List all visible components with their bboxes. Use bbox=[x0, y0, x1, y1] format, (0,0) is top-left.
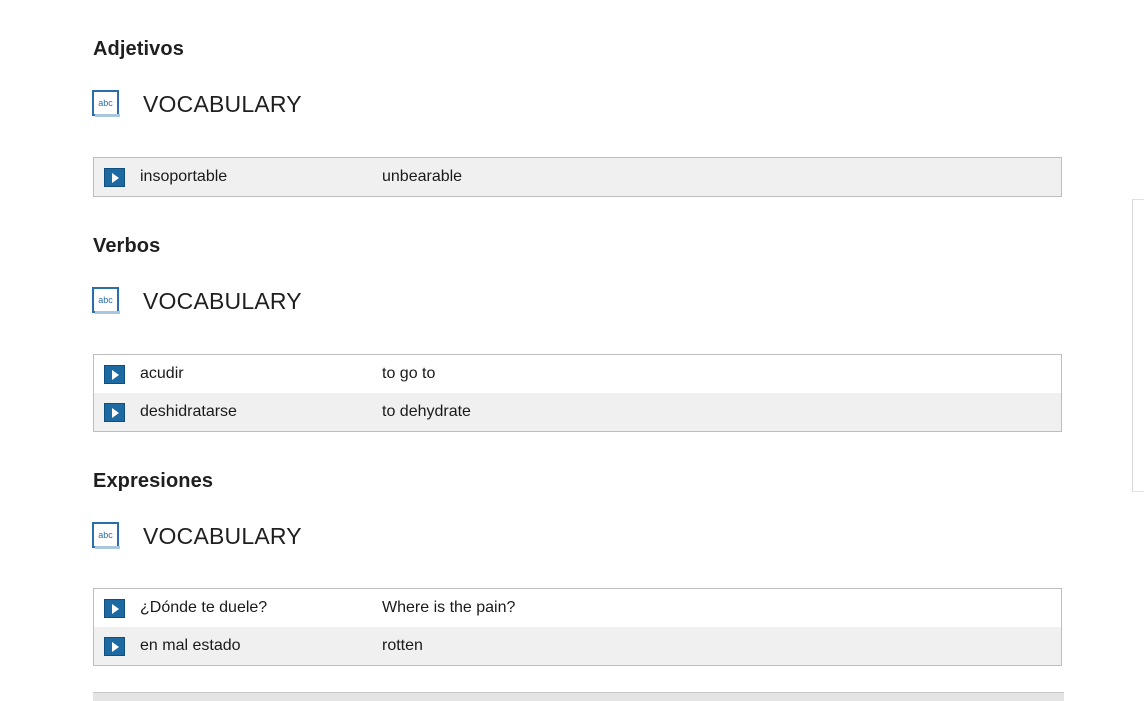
vocab-term: en mal estado bbox=[140, 637, 241, 654]
play-audio-button[interactable] bbox=[104, 167, 125, 187]
vocabulary-title: VOCABULARY bbox=[143, 522, 302, 549]
vocab-translation: to go to bbox=[382, 365, 436, 382]
vocabulary-row: insoportable unbearable bbox=[94, 158, 1061, 196]
vocab-translation: to dehydrate bbox=[382, 403, 471, 420]
vocab-translation: Where is the pain? bbox=[382, 599, 516, 616]
vocabulary-row: deshidratarse to dehydrate bbox=[94, 393, 1061, 431]
vocabulary-header: abc VOCABULARY bbox=[92, 286, 302, 316]
section-heading-adjetivos: Adjetivos bbox=[93, 38, 184, 60]
vocabulary-header: abc VOCABULARY bbox=[92, 89, 302, 119]
play-audio-button[interactable] bbox=[104, 636, 125, 656]
vocab-term: ¿Dónde te duele? bbox=[140, 599, 268, 616]
abc-book-icon: abc bbox=[92, 287, 121, 315]
vocabulary-title: VOCABULARY bbox=[143, 90, 302, 117]
vocab-term: insoportable bbox=[140, 168, 228, 185]
play-audio-button[interactable] bbox=[104, 402, 125, 422]
vocabulary-table: ¿Dónde te duele? Where is the pain? en m… bbox=[93, 588, 1062, 666]
abc-book-icon: abc bbox=[92, 522, 121, 550]
vocab-term: acudir bbox=[140, 365, 184, 382]
play-audio-button[interactable] bbox=[104, 364, 125, 384]
svg-text:abc: abc bbox=[98, 530, 113, 540]
vocabulary-header: abc VOCABULARY bbox=[92, 521, 302, 551]
play-audio-button[interactable] bbox=[104, 598, 125, 618]
vocabulary-table: acudir to go to deshidratarse to dehydra… bbox=[93, 354, 1062, 432]
side-panel-edge bbox=[1132, 199, 1144, 492]
vocab-term: deshidratarse bbox=[140, 403, 237, 420]
abc-book-icon: abc bbox=[92, 90, 121, 118]
vocab-translation: rotten bbox=[382, 637, 423, 654]
vocabulary-row: en mal estado rotten bbox=[94, 627, 1061, 665]
next-table-edge bbox=[93, 692, 1064, 701]
vocabulary-table: insoportable unbearable bbox=[93, 157, 1062, 197]
svg-text:abc: abc bbox=[98, 98, 113, 108]
vocabulary-title: VOCABULARY bbox=[143, 287, 302, 314]
section-heading-verbos: Verbos bbox=[93, 235, 161, 257]
svg-text:abc: abc bbox=[98, 295, 113, 305]
section-heading-expresiones: Expresiones bbox=[93, 470, 214, 492]
vocabulary-row: acudir to go to bbox=[94, 355, 1061, 393]
vocab-translation: unbearable bbox=[382, 168, 463, 185]
vocabulary-row: ¿Dónde te duele? Where is the pain? bbox=[94, 589, 1061, 627]
